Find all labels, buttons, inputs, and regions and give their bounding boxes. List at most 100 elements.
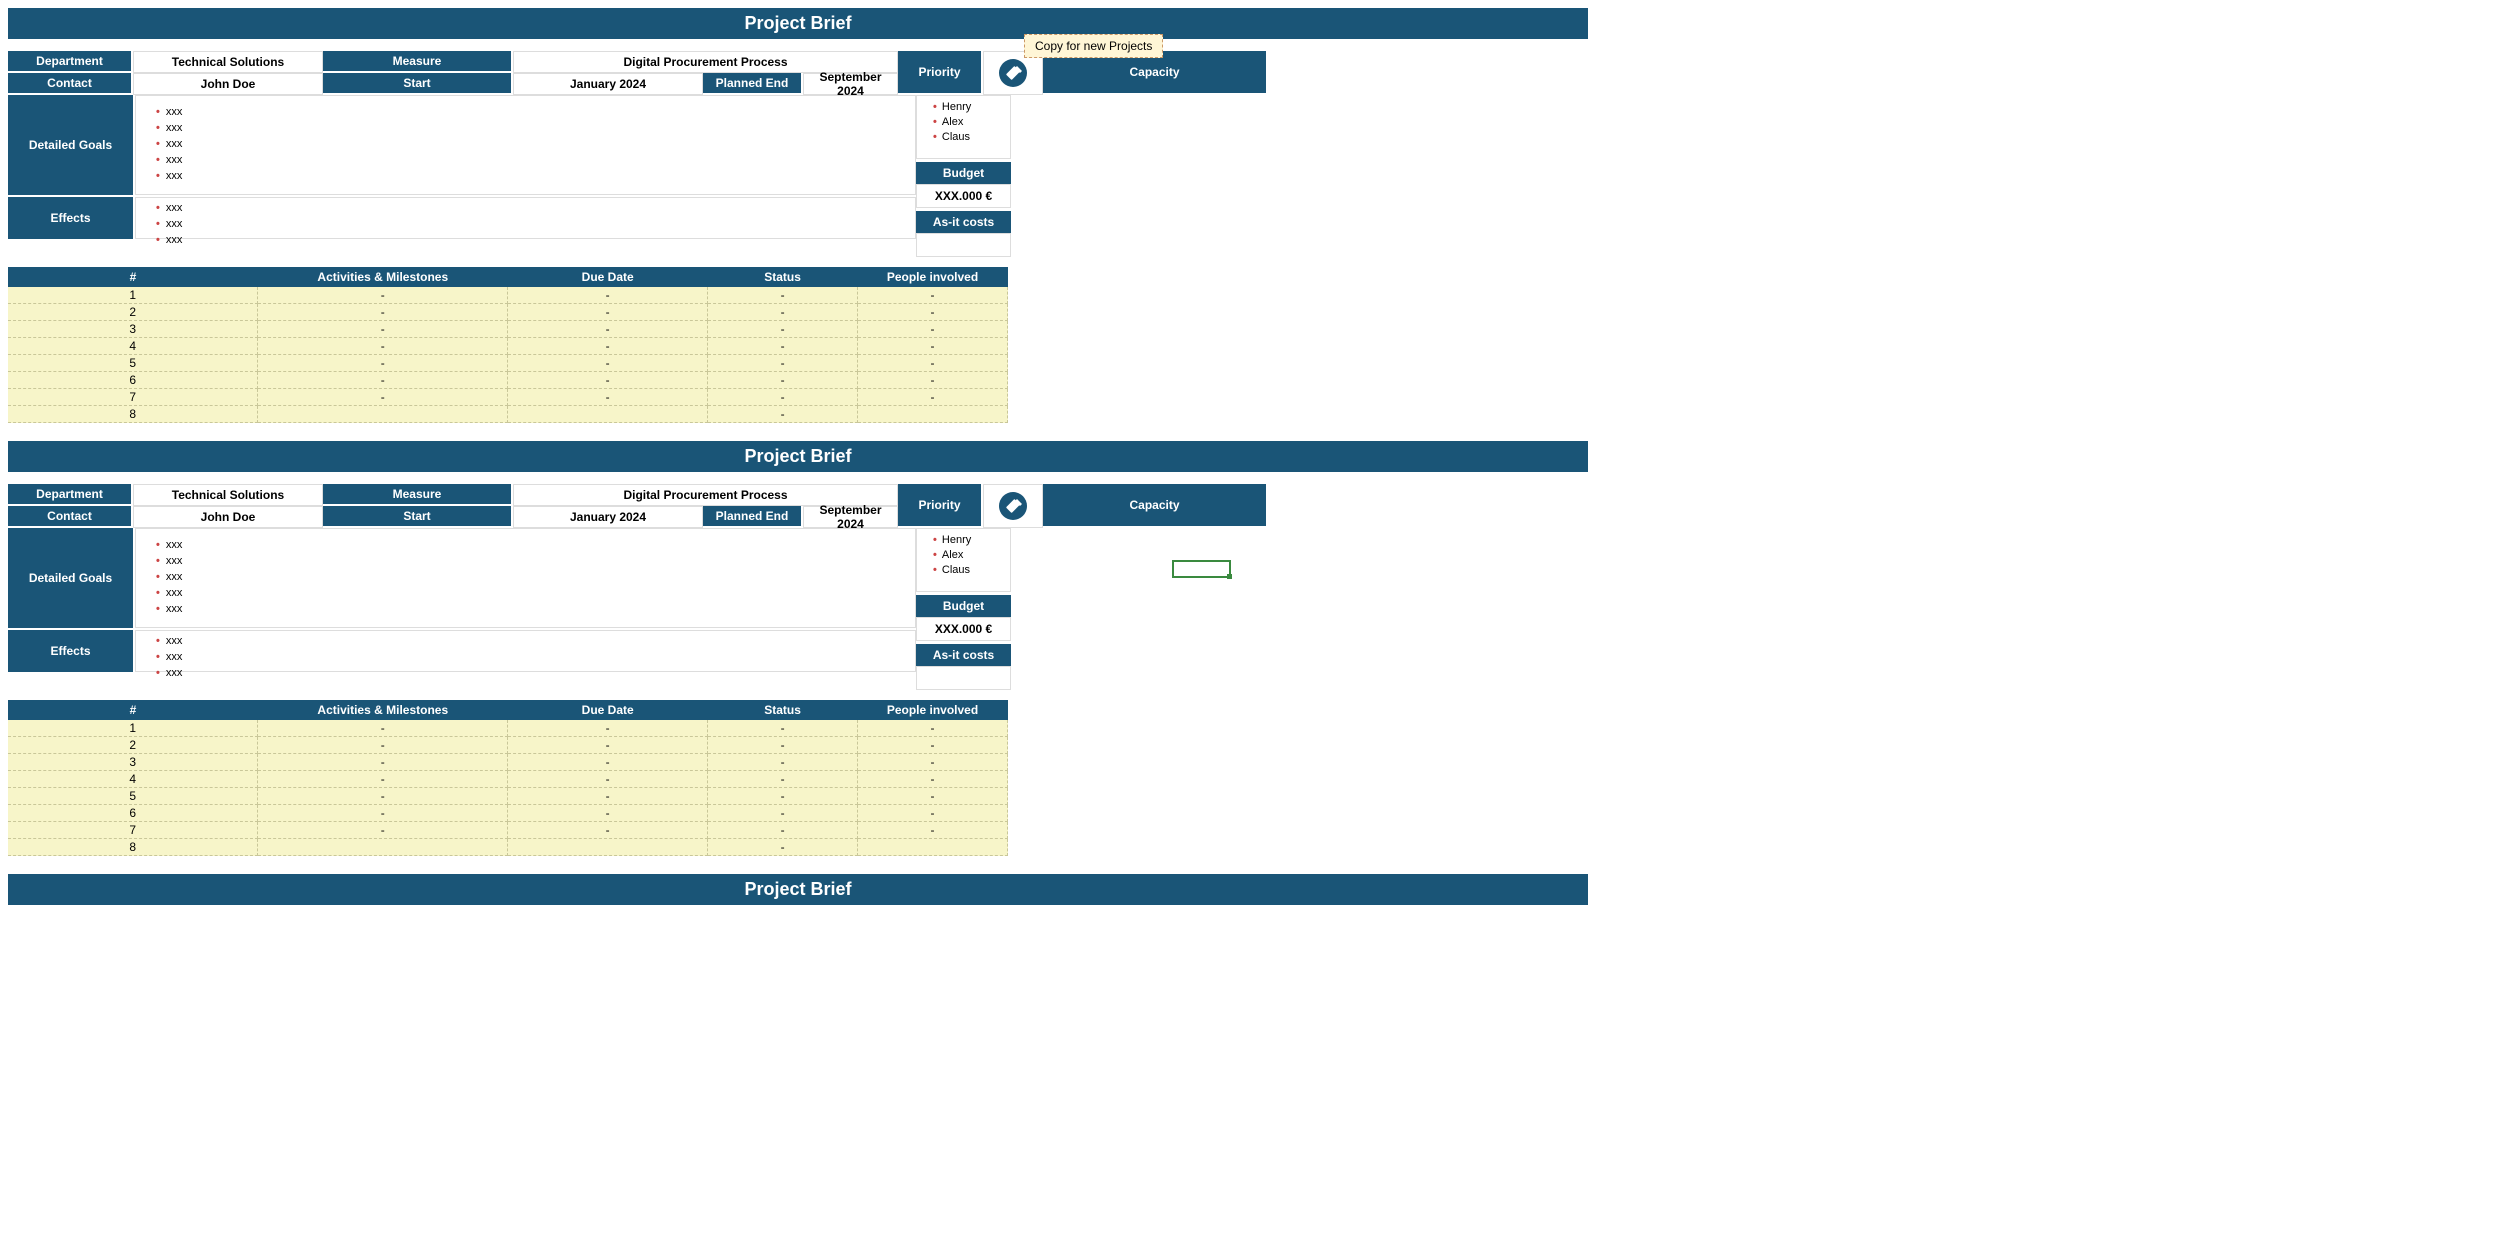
table-cell[interactable]: -	[858, 389, 1008, 406]
table-cell[interactable]: 2	[8, 737, 258, 754]
table-cell[interactable]: -	[708, 372, 858, 389]
table-cell[interactable]: -	[708, 720, 858, 737]
table-cell[interactable]: -	[258, 805, 508, 822]
table-cell[interactable]: -	[258, 822, 508, 839]
table-cell[interactable]: -	[708, 805, 858, 822]
table-cell[interactable]: -	[708, 822, 858, 839]
table-cell[interactable]: -	[258, 355, 508, 372]
table-cell[interactable]: -	[258, 754, 508, 771]
table-cell[interactable]: -	[708, 737, 858, 754]
capacity-list[interactable]: Henry Alex Claus	[916, 95, 1011, 159]
table-cell[interactable]: -	[858, 287, 1008, 304]
table-cell[interactable]: 4	[8, 338, 258, 355]
table-cell[interactable]: 8	[8, 839, 258, 856]
selected-cell[interactable]	[1172, 560, 1231, 578]
effects-body[interactable]: xxx xxx xxx	[135, 630, 916, 672]
table-cell[interactable]: -	[508, 720, 708, 737]
table-cell[interactable]: -	[858, 737, 1008, 754]
table-cell[interactable]: -	[708, 788, 858, 805]
table-cell[interactable]: -	[858, 788, 1008, 805]
table-cell[interactable]: -	[858, 304, 1008, 321]
table-cell[interactable]: -	[258, 287, 508, 304]
table-cell[interactable]: 8	[8, 406, 258, 423]
table-cell[interactable]	[508, 406, 708, 423]
table-cell[interactable]: -	[258, 737, 508, 754]
value-contact[interactable]: John Doe	[133, 506, 323, 528]
table-cell[interactable]: -	[508, 788, 708, 805]
table-cell[interactable]: 5	[8, 355, 258, 372]
value-budget[interactable]: XXX.000 €	[916, 617, 1011, 641]
activities-table[interactable]: # Activities & Milestones Due Date Statu…	[8, 267, 1008, 423]
table-cell[interactable]: -	[858, 720, 1008, 737]
table-cell[interactable]: -	[708, 287, 858, 304]
table-cell[interactable]	[258, 839, 508, 856]
table-cell[interactable]: -	[508, 287, 708, 304]
table-cell[interactable]: -	[508, 304, 708, 321]
table-cell[interactable]: -	[508, 372, 708, 389]
value-department[interactable]: Technical Solutions	[133, 51, 323, 73]
table-cell[interactable]: -	[858, 355, 1008, 372]
table-cell[interactable]	[858, 839, 1008, 856]
table-cell[interactable]: -	[858, 754, 1008, 771]
value-department[interactable]: Technical Solutions	[133, 484, 323, 506]
table-cell[interactable]: 3	[8, 754, 258, 771]
table-cell[interactable]: -	[508, 338, 708, 355]
table-cell[interactable]: -	[508, 321, 708, 338]
table-cell[interactable]: -	[508, 805, 708, 822]
value-budget[interactable]: XXX.000 €	[916, 184, 1011, 208]
table-cell[interactable]: 7	[8, 389, 258, 406]
table-cell[interactable]: -	[258, 304, 508, 321]
table-cell[interactable]: -	[708, 338, 858, 355]
table-cell[interactable]: -	[708, 754, 858, 771]
table-cell[interactable]: -	[258, 771, 508, 788]
value-contact[interactable]: John Doe	[133, 73, 323, 95]
detailed-goals-body[interactable]: xxx xxx xxx xxx xxx	[135, 95, 916, 195]
table-cell[interactable]: -	[708, 355, 858, 372]
value-asit-costs[interactable]	[916, 233, 1011, 257]
table-cell[interactable]: 6	[8, 805, 258, 822]
value-planned-end[interactable]: September 2024	[803, 73, 898, 95]
table-cell[interactable]: -	[508, 754, 708, 771]
table-cell[interactable]: -	[258, 321, 508, 338]
table-cell[interactable]: -	[258, 372, 508, 389]
table-cell[interactable]: 1	[8, 720, 258, 737]
table-cell[interactable]: -	[258, 338, 508, 355]
table-cell[interactable]	[508, 839, 708, 856]
table-cell[interactable]: 4	[8, 771, 258, 788]
table-cell[interactable]: -	[708, 304, 858, 321]
table-cell[interactable]	[858, 406, 1008, 423]
table-cell[interactable]: -	[508, 389, 708, 406]
table-cell[interactable]: -	[258, 788, 508, 805]
table-cell[interactable]: -	[858, 338, 1008, 355]
value-start[interactable]: January 2024	[513, 506, 703, 528]
table-cell[interactable]: -	[508, 355, 708, 372]
table-cell[interactable]: -	[858, 771, 1008, 788]
table-cell[interactable]: -	[508, 737, 708, 754]
table-cell[interactable]: -	[858, 805, 1008, 822]
value-start[interactable]: January 2024	[513, 73, 703, 95]
table-cell[interactable]: -	[508, 771, 708, 788]
table-cell[interactable]: -	[858, 372, 1008, 389]
table-cell[interactable]: -	[508, 822, 708, 839]
table-cell[interactable]: -	[708, 839, 858, 856]
table-cell[interactable]: 5	[8, 788, 258, 805]
table-cell[interactable]: -	[258, 389, 508, 406]
effects-body[interactable]: xxx xxx xxx	[135, 197, 916, 239]
value-asit-costs[interactable]	[916, 666, 1011, 690]
table-cell[interactable]: 1	[8, 287, 258, 304]
value-planned-end[interactable]: September 2024	[803, 506, 898, 528]
table-cell[interactable]: -	[708, 321, 858, 338]
table-cell[interactable]: 2	[8, 304, 258, 321]
table-cell[interactable]: -	[858, 321, 1008, 338]
activities-table[interactable]: # Activities & Milestones Due Date Statu…	[8, 700, 1008, 856]
capacity-list[interactable]: Henry Alex Claus	[916, 528, 1011, 592]
table-cell[interactable]	[258, 406, 508, 423]
table-cell[interactable]: -	[708, 406, 858, 423]
detailed-goals-body[interactable]: xxx xxx xxx xxx xxx	[135, 528, 916, 628]
table-cell[interactable]: 7	[8, 822, 258, 839]
table-cell[interactable]: 3	[8, 321, 258, 338]
table-cell[interactable]: -	[258, 720, 508, 737]
table-cell[interactable]: 6	[8, 372, 258, 389]
table-cell[interactable]: -	[708, 389, 858, 406]
table-cell[interactable]: -	[858, 822, 1008, 839]
